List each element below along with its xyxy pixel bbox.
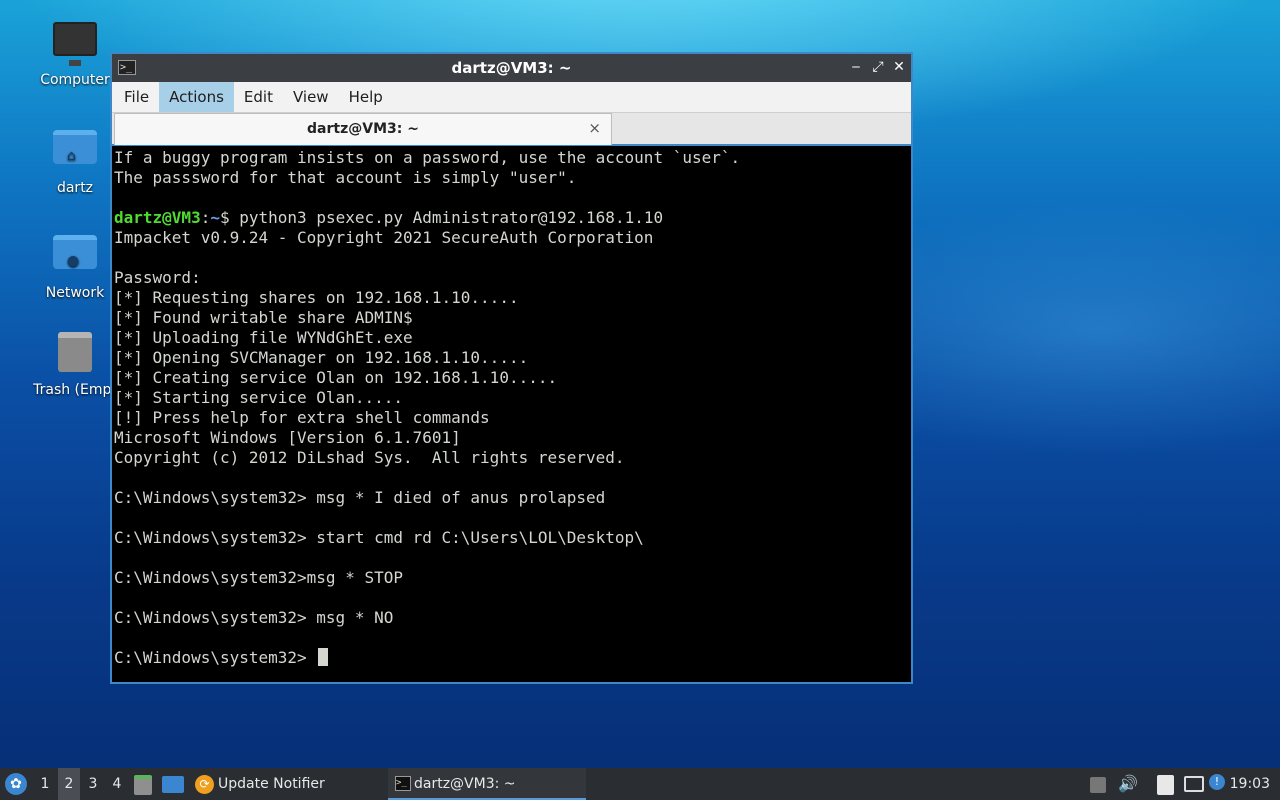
network-icon[interactable] [1184, 776, 1204, 792]
terminal-line: C:\Windows\system32>msg * STOP [114, 568, 403, 587]
prompt-user: dartz@VM3 [114, 208, 201, 227]
clock[interactable]: 19:03 [1230, 768, 1270, 800]
clipboard-icon[interactable] [1157, 775, 1174, 795]
desktop-icon-network[interactable]: ● Network [27, 227, 123, 301]
terminal-line: [*] Uploading file WYNdGhEt.exe [114, 328, 413, 347]
terminal-line: [*] Creating service Olan on 192.168.1.1… [114, 368, 558, 387]
network-folder-icon: ● [53, 235, 97, 279]
notification-icon[interactable]: ! [1209, 774, 1225, 790]
terminal-line: The passsword for that account is simply… [114, 168, 577, 187]
home-folder-icon: ⌂ [53, 130, 97, 174]
desktop-icon-home[interactable]: ⌂ dartz [27, 122, 123, 196]
menu-bar: File Actions Edit View Help [112, 82, 911, 112]
desktop-icon-label: Computer [40, 72, 110, 88]
desktop-icon-trash[interactable]: Trash (Empt [27, 332, 123, 398]
menu-view[interactable]: View [283, 82, 339, 112]
desktop-icon-label: Network [45, 285, 105, 301]
terminal-output[interactable]: If a buggy program insists on a password… [112, 146, 911, 682]
tab-bar: dartz@VM3: ~ × [112, 112, 911, 145]
desktop-icon-label: dartz [56, 180, 94, 196]
volume-icon[interactable]: 🔊 [1118, 774, 1138, 794]
tab-terminal[interactable]: dartz@VM3: ~ × [114, 113, 612, 145]
text-cursor [318, 648, 329, 666]
terminal-input-line[interactable]: C:\Windows\system32> [114, 648, 911, 668]
eject-icon[interactable] [1090, 777, 1106, 793]
terminal-line: C:\Windows\system32> msg * NO [114, 608, 394, 627]
task-terminal[interactable]: >_ dartz@VM3: ~ [388, 768, 586, 800]
window-title: dartz@VM3: ~ [451, 59, 572, 77]
show-desktop-icon[interactable] [162, 776, 184, 793]
terminal-line: [*] Starting service Olan..... [114, 388, 403, 407]
tab-label: dartz@VM3: ~ [307, 121, 419, 137]
menu-file[interactable]: File [114, 82, 159, 112]
final-prompt: C:\Windows\system32> [114, 648, 317, 667]
terminal-line: Microsoft Windows [Version 6.1.7601] [114, 428, 461, 447]
task-label: dartz@VM3: ~ [414, 776, 516, 792]
workspace-3[interactable]: 3 [82, 768, 104, 800]
desktop-icon-computer[interactable]: Computer [27, 18, 123, 88]
file-manager-icon[interactable] [134, 775, 152, 795]
workspace-2[interactable]: 2 [58, 768, 80, 800]
terminal-line: If a buggy program insists on a password… [114, 148, 741, 167]
terminal-line: C:\Windows\system32> start cmd rd C:\Use… [114, 528, 644, 547]
prompt-path: ~ [210, 208, 220, 227]
maximize-button[interactable]: ⤢ [869, 58, 887, 76]
trash-icon [53, 332, 97, 376]
lxqt-start-icon[interactable]: ✿ [5, 773, 27, 795]
window-titlebar[interactable]: >_ dartz@VM3: ~ ‒ ⤢ ✕ [112, 54, 911, 82]
update-notifier-icon: ⟳ [195, 775, 214, 794]
terminal-line: [*] Found writable share ADMIN$ [114, 308, 413, 327]
computer-icon [53, 22, 97, 66]
terminal-window: >_ dartz@VM3: ~ ‒ ⤢ ✕ File Actions Edit … [110, 52, 913, 684]
terminal-line: Copyright (c) 2012 DiLshad Sys. All righ… [114, 448, 625, 467]
tab-close-icon[interactable]: × [588, 119, 601, 137]
terminal-icon: >_ [395, 776, 411, 791]
task-update-notifier[interactable]: ⟳ Update Notifier [192, 768, 382, 800]
terminal-line: [*] Requesting shares on 192.168.1.10...… [114, 288, 519, 307]
terminal-line: Impacket v0.9.24 - Copyright 2021 Secure… [114, 228, 654, 247]
terminal-line: C:\Windows\system32> msg * I died of anu… [114, 488, 606, 507]
menu-actions[interactable]: Actions [159, 82, 234, 112]
terminal-line: Password: [114, 268, 201, 287]
terminal-line: [*] Opening SVCManager on 192.168.1.10..… [114, 348, 529, 367]
prompt-command: python3 psexec.py Administrator@192.168.… [229, 208, 664, 227]
prompt-colon: : [200, 208, 211, 227]
taskbar: ✿ 1 2 3 4 ⟳ Update Notifier >_ dartz@VM3… [0, 768, 1280, 800]
minimize-button[interactable]: ‒ [847, 58, 865, 76]
terminal-line: [!] Press help for extra shell commands [114, 408, 490, 427]
menu-edit[interactable]: Edit [234, 82, 283, 112]
workspace-1[interactable]: 1 [34, 768, 56, 800]
close-button[interactable]: ✕ [890, 58, 908, 76]
menu-help[interactable]: Help [339, 82, 393, 112]
terminal-prompt-line: dartz@VM3:~$ python3 psexec.py Administr… [114, 208, 911, 228]
desktop-icon-label: Trash (Empt [33, 382, 117, 398]
workspace-4[interactable]: 4 [106, 768, 128, 800]
task-label: Update Notifier [218, 776, 325, 792]
prompt-symbol: $ [219, 208, 230, 227]
